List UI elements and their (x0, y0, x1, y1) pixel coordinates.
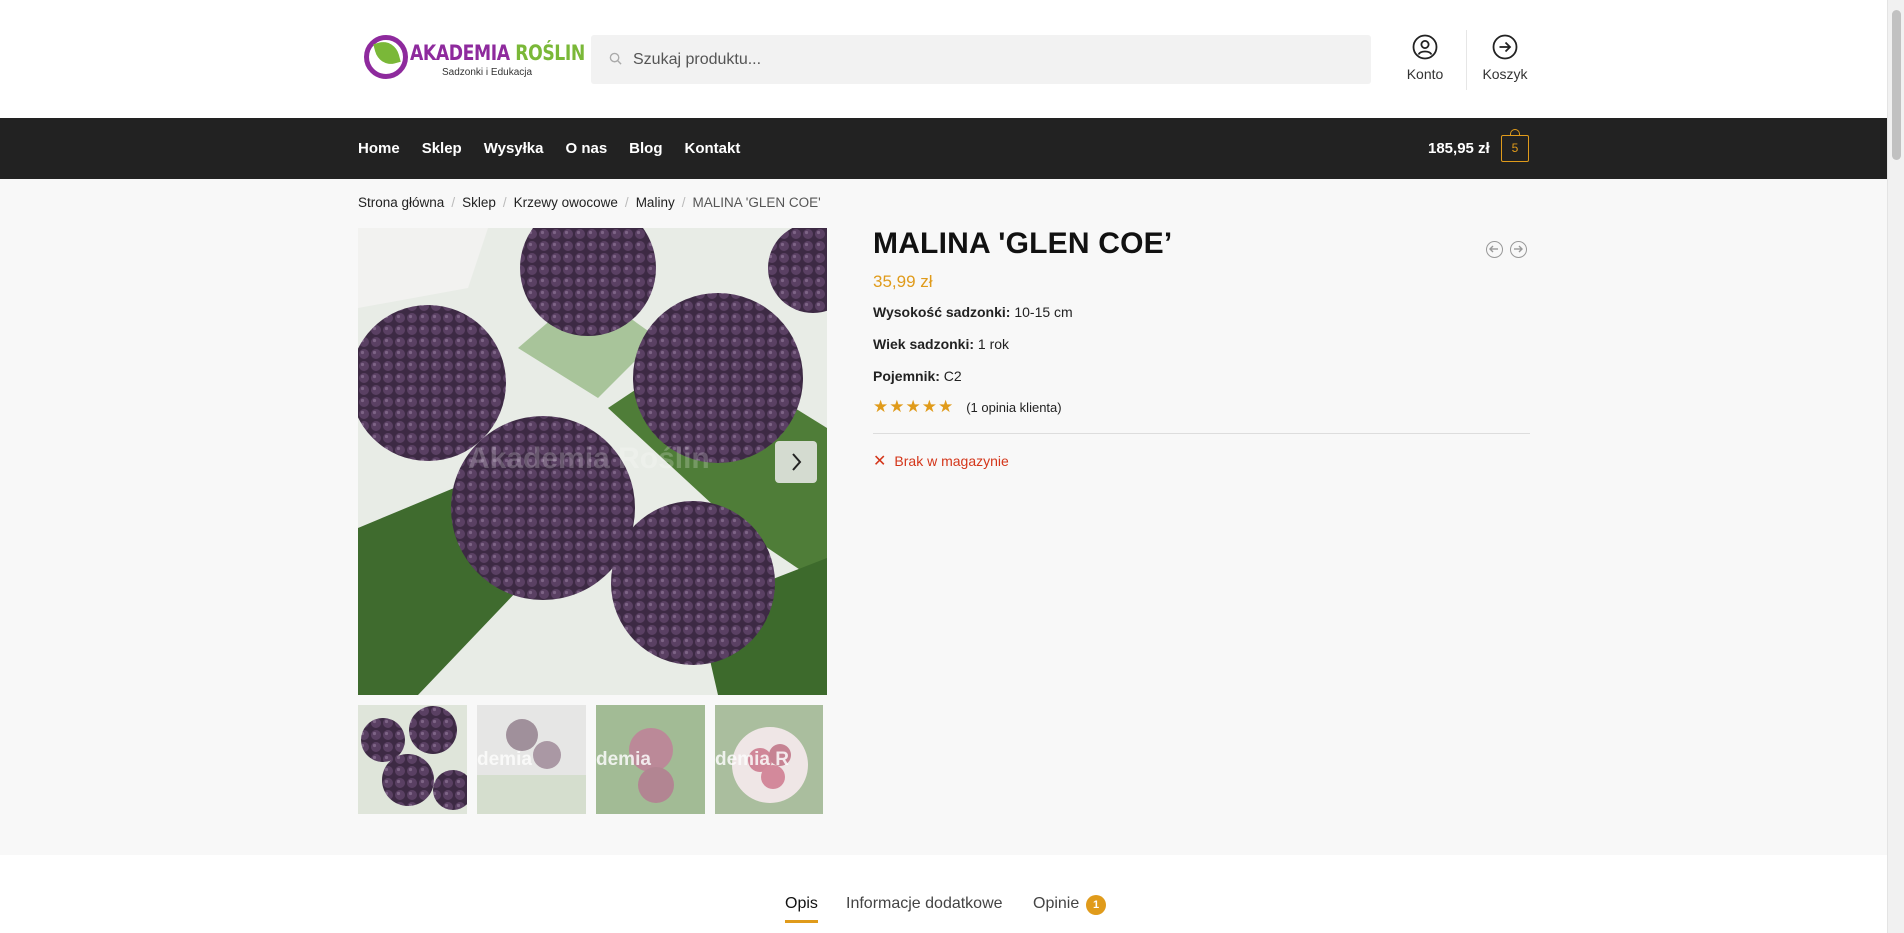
breadcrumb-separator: / (624, 195, 629, 210)
x-icon: ✕ (873, 453, 887, 470)
scrollbar-thumb[interactable] (1892, 10, 1901, 160)
site-logo[interactable]: AKADEMIA ROŚLIN Sadzonki i Edukacja (364, 33, 585, 83)
nav-item-wysylka[interactable]: Wysyłka (484, 140, 544, 157)
product-main-image[interactable]: Akademia Roślin (358, 228, 827, 695)
breadcrumb-separator: / (502, 195, 507, 210)
search-icon (609, 52, 622, 65)
logo-title-part2: ROŚLIN (515, 41, 585, 65)
logo-title: AKADEMIA ROŚLIN (410, 41, 585, 65)
thumbnail-watermark: demia (477, 749, 532, 770)
active-tab-indicator (785, 920, 818, 923)
nav-item-home[interactable]: Home (358, 140, 400, 157)
stock-status-text: Brak w magazynie (894, 453, 1009, 469)
attribute-container: Pojemnik: C2 (873, 368, 962, 384)
thumbnail-3[interactable]: demia (596, 705, 705, 814)
site-header: AKADEMIA ROŚLIN Sadzonki i Edukacja Kont… (0, 0, 1887, 118)
breadcrumb-separator: / (681, 195, 686, 210)
image-watermark: Akademia Roślin (468, 442, 710, 475)
attribute-label: Pojemnik: (873, 368, 940, 384)
thumbnail-1[interactable] (358, 705, 467, 814)
nav-item-o-nas[interactable]: O nas (565, 140, 607, 157)
summary-divider (873, 433, 1530, 434)
review-count-link[interactable]: (1 opinia klienta) (966, 400, 1061, 415)
breadcrumb: Strona główna / Sklep / Krzewy owocowe / Malin… (358, 195, 821, 210)
attribute-label: Wysokość sadzonki: (873, 304, 1011, 320)
thumbnail-image: demia R (715, 705, 823, 814)
star-rating-icon: ★★★★★ (873, 397, 955, 416)
tab-additional-info[interactable]: Informacje dodatkowe (846, 895, 1003, 913)
cart-link[interactable]: Koszyk (1470, 34, 1540, 82)
cart-count-badge[interactable]: 5 (1501, 129, 1529, 162)
attribute-value: 10-15 cm (1014, 304, 1073, 320)
tab-reviews[interactable]: Opinie (1033, 895, 1079, 913)
account-label: Konto (1406, 66, 1444, 82)
nav-item-kontakt[interactable]: Kontakt (685, 140, 741, 157)
gallery-next-button[interactable] (775, 441, 817, 483)
logo-title-part1: AKADEMIA (410, 41, 510, 65)
logo-subtitle: Sadzonki i Edukacja (442, 67, 533, 78)
attribute-label: Wiek sadzonki: (873, 336, 975, 352)
thumbnail-4[interactable]: demia R (715, 705, 823, 814)
main-navigation: Home Sklep Wysyłka O nas Blog Kontakt 18… (0, 118, 1887, 179)
product-section: Strona główna / Sklep / Krzewy owocowe / Malin… (0, 179, 1887, 855)
breadcrumb-current: MALINA 'GLEN COE' (692, 195, 821, 210)
attribute-age: Wiek sadzonki: 1 rok (873, 336, 1009, 352)
nav-menu: Home Sklep Wysyłka O nas Blog Kontakt (358, 118, 762, 179)
product-rating: ★★★★★ (1 opinia klienta) (873, 397, 1062, 417)
header-divider (1466, 30, 1467, 90)
nav-item-sklep[interactable]: Sklep (422, 140, 462, 157)
arrow-right-circle-icon (1492, 34, 1518, 60)
thumbnail-image: demia (477, 705, 586, 814)
product-tabs: Opis Informacje dodatkowe Opinie 1 (0, 855, 1887, 933)
stock-status: ✕ Brak w magazynie (873, 451, 1009, 471)
thumbnail-image: demia (596, 705, 705, 814)
thumbnail-2[interactable]: demia (477, 705, 586, 814)
cart-label: Koszyk (1482, 66, 1528, 82)
reviews-count-badge: 1 (1086, 895, 1106, 915)
search-input[interactable] (633, 35, 1353, 84)
product-title: MALINA 'GLEN COE’ (873, 227, 1173, 260)
attribute-value: C2 (943, 368, 962, 384)
attribute-height: Wysokość sadzonki: 10-15 cm (873, 304, 1073, 320)
arrow-right-icon (1514, 245, 1523, 253)
thumbnail-watermark: demia (596, 749, 651, 770)
search-bar (591, 35, 1371, 84)
chevron-right-icon (792, 453, 802, 471)
previous-product-button[interactable] (1486, 241, 1503, 258)
product-price: 35,99 zł (873, 272, 933, 291)
raspberry-photo: Akademia Roślin (358, 228, 827, 695)
thumbnail-watermark: demia R (715, 749, 789, 770)
user-icon (1412, 34, 1438, 60)
gallery-thumbnails: demia demia demia R (358, 705, 827, 815)
next-product-button[interactable] (1510, 241, 1527, 258)
account-link[interactable]: Konto (1390, 34, 1460, 82)
breadcrumb-shop[interactable]: Sklep (462, 195, 496, 210)
arrow-left-icon (1489, 245, 1498, 253)
breadcrumb-category[interactable]: Krzewy owocowe (514, 195, 618, 210)
page-scrollbar[interactable] (1887, 0, 1904, 933)
tab-description[interactable]: Opis (785, 895, 818, 913)
nav-item-blog[interactable]: Blog (629, 140, 662, 157)
attribute-value: 1 rok (977, 336, 1010, 352)
breadcrumb-subcategory[interactable]: Maliny (636, 195, 675, 210)
breadcrumb-home[interactable]: Strona główna (358, 195, 444, 210)
thumbnail-image (358, 705, 467, 814)
cart-total[interactable]: 185,95 zł (1428, 140, 1490, 157)
breadcrumb-separator: / (451, 195, 456, 210)
